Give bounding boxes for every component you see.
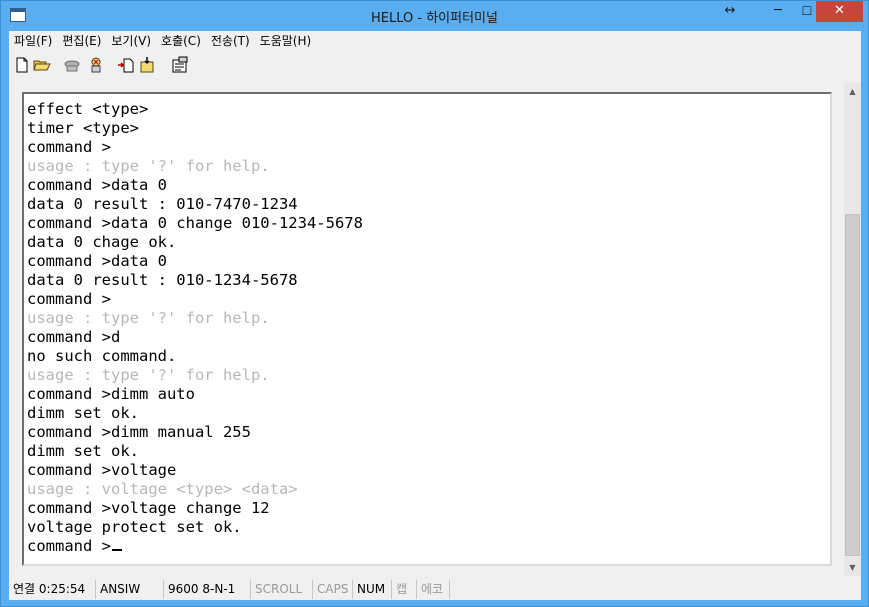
- terminal-line: command >: [27, 138, 827, 157]
- status-port-settings: 9600 8-N-1: [164, 580, 251, 599]
- terminal-line: data 0 result : 010-1234-5678: [27, 271, 827, 290]
- terminal-line: command >: [27, 290, 827, 309]
- terminal-line-text: dimm set ok.: [27, 442, 139, 460]
- terminal-line: timer <type>: [27, 119, 827, 138]
- connect-phone-icon[interactable]: [63, 56, 81, 74]
- toolbar: [9, 52, 861, 78]
- terminal-line-text: command >d: [27, 328, 121, 346]
- terminal-output[interactable]: effect <type> timer <type> command > usage …: [27, 100, 827, 560]
- terminal-line: command >data 0 change 010-1234-5678: [27, 214, 827, 233]
- status-bar: 연결 0:25:54 ANSIW 9600 8-N-1 SCROLL CAPS …: [9, 579, 861, 600]
- terminal-line-text: usage : type '?' for help.: [27, 157, 270, 175]
- terminal-line-text: usage : voltage <type> <data>: [27, 480, 298, 498]
- terminal-line-text: no such command.: [27, 347, 177, 365]
- scroll-up-icon[interactable]: ▲: [844, 83, 861, 100]
- menu-file[interactable]: 파일(F): [9, 31, 57, 52]
- terminal-line: no such command.: [27, 347, 827, 366]
- status-scroll: SCROLL: [251, 580, 313, 599]
- menu-view[interactable]: 보기(V): [106, 31, 156, 52]
- terminal-line-text: timer <type>: [27, 119, 139, 137]
- terminal-hint-line: usage : voltage <type> <data>: [27, 480, 827, 499]
- disconnect-phone-icon[interactable]: [87, 56, 105, 74]
- send-file-icon[interactable]: [117, 56, 135, 74]
- status-capture: 캡: [392, 580, 417, 599]
- terminal-line-text: command >data 0: [27, 176, 167, 194]
- terminal-line-text: data 0 result : 010-7470-1234: [27, 195, 298, 213]
- terminal-line: command >d: [27, 328, 827, 347]
- properties-icon[interactable]: [171, 56, 189, 74]
- terminal-line: command >voltage change 12: [27, 499, 827, 518]
- terminal-line-text: command >dimm manual 255: [27, 423, 251, 441]
- terminal-line: command >voltage: [27, 461, 827, 480]
- terminal-line-text: command >data 0 change 010-1234-5678: [27, 214, 363, 232]
- menu-bar: 파일(F) 편집(E) 보기(V) 호출(C) 전송(T) 도움말(H): [9, 31, 861, 52]
- terminal-line-text: command >: [27, 138, 111, 156]
- terminal-line-text: voltage protect set ok.: [27, 518, 242, 536]
- maximize-button[interactable]: ☐: [796, 1, 818, 22]
- terminal-line: voltage protect set ok.: [27, 518, 827, 537]
- resize-icon[interactable]: ↔: [719, 1, 741, 22]
- terminal-line-text: command >voltage change 12: [27, 499, 270, 517]
- open-folder-icon[interactable]: [33, 56, 51, 74]
- terminal-line: command >dimm auto: [27, 385, 827, 404]
- terminal-line-text: command >: [27, 290, 111, 308]
- terminal-line: command >data 0: [27, 176, 827, 195]
- status-echo: 에코: [417, 580, 450, 599]
- receive-file-icon[interactable]: [139, 56, 157, 74]
- title-bar[interactable]: HELLO - 하이퍼터미널 ↔ ─ ☐ ✕: [1, 1, 868, 30]
- close-button[interactable]: ✕: [816, 1, 863, 22]
- terminal-line: dimm set ok.: [27, 442, 827, 461]
- terminal-line-text: usage : type '?' for help.: [27, 366, 270, 384]
- status-caps: CAPS: [313, 580, 353, 599]
- terminal-line: dimm set ok.: [27, 404, 827, 423]
- minimize-button[interactable]: ─: [767, 1, 789, 22]
- terminal-line-text: data 0 chage ok.: [27, 233, 177, 251]
- terminal-line-text: command >data 0: [27, 252, 167, 270]
- terminal-line-text: dimm set ok.: [27, 404, 139, 422]
- scrollbar-thumb[interactable]: [845, 214, 860, 556]
- terminal-hint-line: usage : type '?' for help.: [27, 366, 827, 385]
- terminal-line-text: usage : type '?' for help.: [27, 309, 270, 327]
- terminal-line-text: command >dimm auto: [27, 385, 195, 403]
- new-document-icon[interactable]: [13, 56, 31, 74]
- status-emulation: ANSIW: [96, 580, 164, 599]
- terminal-line: command >data 0: [27, 252, 827, 271]
- scroll-down-icon[interactable]: ▼: [844, 559, 861, 576]
- terminal-line-text: effect <type>: [27, 100, 149, 118]
- terminal-line: command >dimm manual 255: [27, 423, 827, 442]
- menu-transfer[interactable]: 전송(T): [206, 31, 255, 52]
- menu-call[interactable]: 호출(C): [156, 31, 206, 52]
- vertical-scrollbar[interactable]: ▲ ▼: [844, 83, 861, 576]
- terminal-line-text: command >: [27, 537, 111, 555]
- text-cursor: [112, 549, 122, 551]
- hyperterminal-window: HELLO - 하이퍼터미널 ↔ ─ ☐ ✕ 파일(F) 편집(E) 보기(V)…: [0, 0, 869, 607]
- status-connection-time: 연결 0:25:54: [9, 580, 96, 599]
- terminal-line: effect <type>: [27, 100, 827, 119]
- terminal-line: data 0 chage ok.: [27, 233, 827, 252]
- terminal-hint-line: usage : type '?' for help.: [27, 157, 827, 176]
- status-num: NUM: [353, 580, 392, 599]
- terminal-line-text: data 0 result : 010-1234-5678: [27, 271, 298, 289]
- menu-edit[interactable]: 편집(E): [57, 31, 106, 52]
- menu-help[interactable]: 도움말(H): [255, 31, 317, 52]
- terminal-area: effect <type> timer <type> command > usage …: [9, 78, 861, 579]
- terminal-line: command >: [27, 537, 827, 556]
- terminal-line-text: command >voltage: [27, 461, 177, 479]
- terminal-hint-line: usage : type '?' for help.: [27, 309, 827, 328]
- terminal-line: data 0 result : 010-7470-1234: [27, 195, 827, 214]
- terminal-frame: effect <type> timer <type> command > usage …: [22, 92, 832, 566]
